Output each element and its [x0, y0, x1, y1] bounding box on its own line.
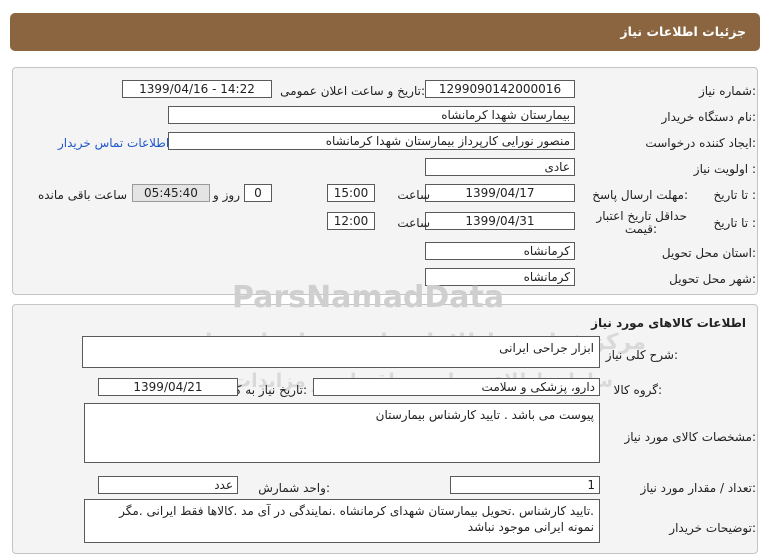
priority-field: عادی: [425, 158, 575, 176]
buyer-notes-field: .تایید کارشناس .تحویل بیمارستان شهدای کر…: [84, 499, 600, 543]
reply-deadline-label: مهلت ارسال پاسخ:: [592, 188, 688, 202]
reply-time-field: 15:00: [327, 184, 375, 202]
general-desc-field: ابزار جراحی ایرانی: [82, 336, 600, 368]
validity-to-date-label: تا تاریخ :: [713, 216, 756, 230]
reply-to-date-label: تا تاریخ :: [713, 188, 756, 202]
priority-label: اولویت نیاز :: [693, 162, 756, 176]
announce-datetime-label: تاریخ و ساعت اعلان عمومی:: [280, 84, 425, 98]
delivery-city-label: شهر محل تحویل:: [669, 272, 756, 286]
buyer-org-label: نام دستگاه خریدار:: [661, 110, 757, 124]
goods-section-title: اطلاعات کالاهای مورد نیاز: [591, 316, 746, 330]
goods-specs-label: مشخصات کالای مورد نیاز:: [624, 430, 756, 444]
goods-group-field: دارو، پزشکی و سلامت: [313, 378, 600, 396]
delivery-province-field: کرمانشاه: [425, 242, 575, 260]
quantity-field: 1: [450, 476, 600, 494]
validity-time-label: ساعت: [397, 216, 430, 230]
need-info-panel: [12, 67, 758, 295]
remaining-days-field: 0: [244, 184, 272, 202]
quantity-label: تعداد / مقدار مورد نیاز:: [640, 481, 756, 495]
need-number-field: 1299090142000016: [425, 80, 575, 98]
goods-specs-field: پیوست می باشد . تایید کارشناس بیمارستان: [84, 403, 600, 463]
validity-date-field: 1399/04/31: [425, 212, 575, 230]
goods-group-label: گروه کالا:: [613, 383, 663, 397]
page-title: جزئیات اطلاعات نیاز: [620, 24, 746, 39]
reply-date-field: 1399/04/17: [425, 184, 575, 202]
need-number-label: شماره نیاز:: [698, 84, 756, 98]
reply-time-label: ساعت: [397, 188, 430, 202]
buyer-notes-label: توضیحات خریدار:: [669, 521, 756, 535]
request-creator-field: منصور نورایی کارپرداز بیمارستان شهدا کرم…: [168, 132, 575, 150]
need-date-field: 1399/04/21: [98, 378, 238, 396]
days-label: روز و: [213, 188, 240, 202]
validity-time-field: 12:00: [327, 212, 375, 230]
request-creator-label: ایجاد کننده درخواست:: [645, 136, 756, 150]
buyer-org-field: بیمارستان شهدا کرمانشاه: [168, 106, 575, 124]
remaining-time-label: ساعت باقی مانده: [37, 188, 127, 202]
price-validity-label: حداقل تاریخ اعتبار: [596, 209, 687, 223]
remaining-time-field: 05:45:40: [132, 184, 210, 202]
delivery-province-label: استان محل تحویل:: [661, 246, 756, 260]
unit-field: عدد: [98, 476, 238, 494]
delivery-city-field: کرمانشاه: [425, 268, 575, 286]
page-header: جزئیات اطلاعات نیاز: [10, 13, 760, 51]
buyer-contact-link[interactable]: اطلاعات تماس خریدار: [58, 136, 169, 150]
general-desc-label: شرح کلی نیاز:: [605, 348, 678, 362]
unit-label: واحد شمارش:: [258, 481, 330, 495]
price-validity-label-2: قیمت:: [624, 222, 657, 236]
announce-datetime-field: 1399/04/16 - 14:22: [122, 80, 272, 98]
